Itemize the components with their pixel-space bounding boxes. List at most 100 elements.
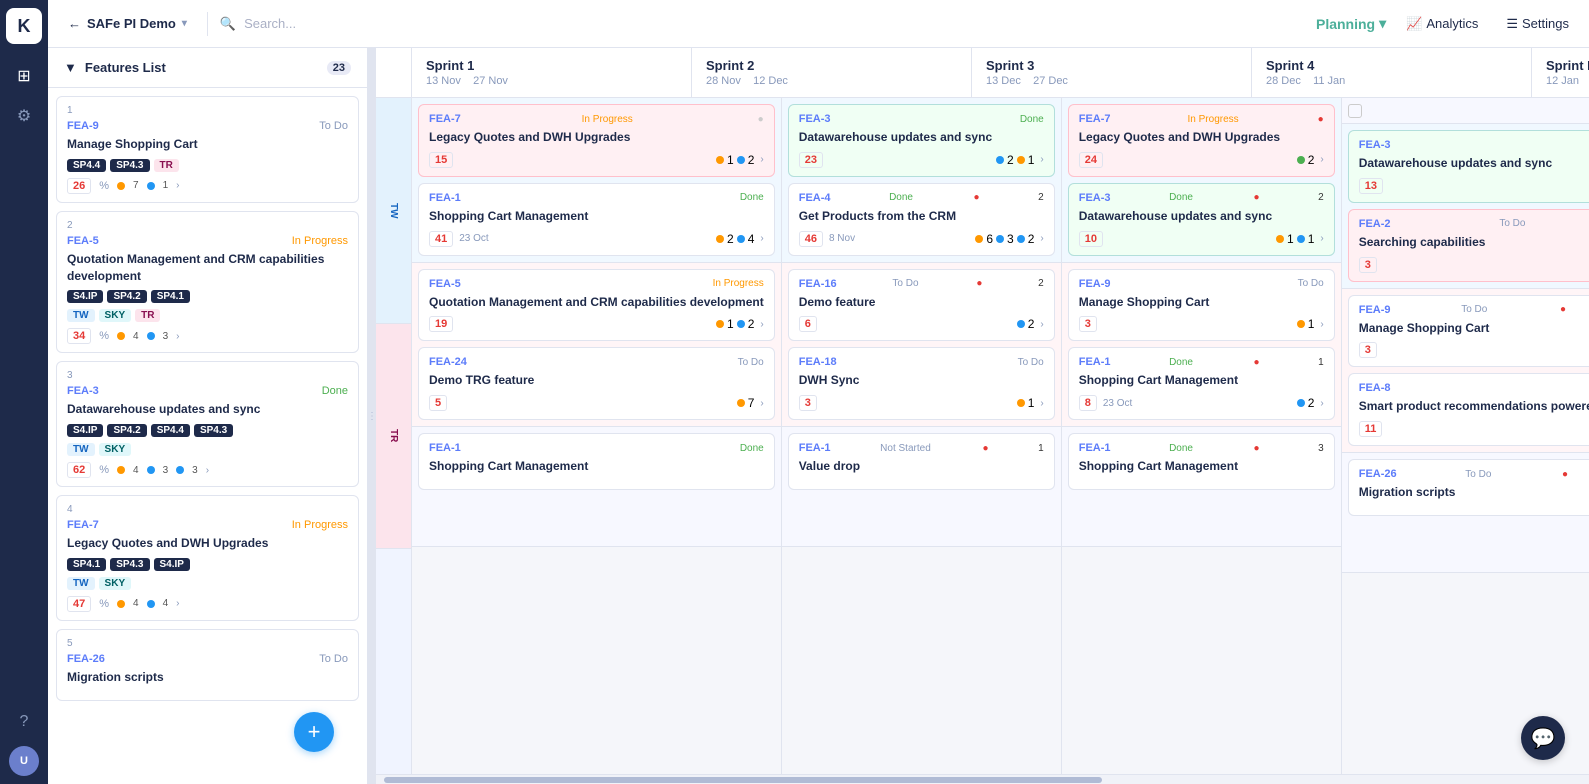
panel-resize-handle[interactable]: ⋮: [368, 48, 376, 784]
card[interactable]: FEA-4 Done ● 2 Get Products from the CRM…: [788, 183, 1055, 256]
expand-icon[interactable]: ›: [1320, 233, 1323, 244]
card[interactable]: FEA-9 To Do ● 1 Manage Shopping Cart 3: [1348, 295, 1589, 368]
expand-icon[interactable]: ›: [760, 398, 763, 409]
card-id: FEA-7: [1079, 113, 1111, 125]
card[interactable]: FEA-3 Done ● 2 Datawarehouse updates and…: [1068, 183, 1335, 256]
sprint-col-3: FEA-7 In Progress ● Legacy Quotes and DW…: [1062, 98, 1342, 774]
expand-icon[interactable]: ›: [760, 154, 763, 165]
sidebar-icon-settings[interactable]: ⚙: [8, 100, 40, 132]
dot-blue: [147, 600, 155, 608]
settings-button[interactable]: ☰ Settings: [1498, 12, 1577, 36]
sidebar-icon-home[interactable]: ⊞: [8, 60, 40, 92]
sprint-header-sprint1: Sprint 1 13 Nov 27 Nov: [412, 48, 692, 97]
sprint-columns-scroll[interactable]: FEA-7 In Progress ● Legacy Quotes and DW…: [412, 98, 1589, 774]
feature-item[interactable]: 4 FEA-7 In Progress Legacy Quotes and DW…: [56, 495, 359, 621]
card[interactable]: FEA-3 Done Datawarehouse updates and syn…: [788, 104, 1055, 177]
expand-icon[interactable]: ›: [1040, 319, 1043, 330]
card-story-points: 6: [799, 316, 817, 332]
feature-status: In Progress: [292, 235, 348, 247]
card[interactable]: FEA-9 To Do Manage Shopping Cart 3 1: [1068, 269, 1335, 342]
features-count: 23: [327, 61, 351, 75]
sprint-col-4: ✎ FEA-3 Done Datawarehouse updates and s…: [1342, 98, 1589, 774]
card[interactable]: FEA-16 To Do ● 2 Demo feature 6: [788, 269, 1055, 342]
feature-tags: SP4.4 SP4.3 TR: [67, 159, 348, 172]
expand-icon[interactable]: ›: [760, 319, 763, 330]
features-label: Features List: [85, 60, 166, 75]
feature-item[interactable]: 1 FEA-9 To Do Manage Shopping Cart SP4.4…: [56, 96, 359, 203]
feature-item[interactable]: 2 FEA-5 In Progress Quotation Management…: [56, 211, 359, 354]
card[interactable]: FEA-24 To Do Demo TRG feature 5 7: [418, 347, 775, 420]
expand-icon[interactable]: ›: [176, 180, 179, 191]
card[interactable]: FEA-7 In Progress ● Legacy Quotes and DW…: [1068, 104, 1335, 177]
sprint-header-sprint4: Sprint 4 28 Dec 11 Jan: [1252, 48, 1532, 97]
card[interactable]: FEA-8 To Do Smart product recommendation…: [1348, 373, 1589, 446]
horizontal-scrollbar[interactable]: [376, 774, 1589, 784]
chat-button[interactable]: 💬: [1521, 716, 1565, 760]
count: 1: [1038, 443, 1044, 454]
card[interactable]: FEA-1 Done Shopping Cart Management 41 2…: [418, 183, 775, 256]
card-title: DWH Sync: [799, 372, 1044, 389]
card-dots: 1: [1297, 317, 1315, 331]
analytics-button[interactable]: 📈 Analytics: [1398, 12, 1486, 36]
expand-icon[interactable]: ›: [1320, 319, 1323, 330]
planning-button[interactable]: Planning ▾: [1316, 15, 1386, 32]
feature-tags: SP4.1 SP4.3 S4.IP: [67, 558, 348, 571]
dot-orange: [117, 332, 125, 340]
dot-count: 4: [133, 465, 139, 476]
feature-title: Manage Shopping Cart: [67, 136, 348, 153]
expand-icon[interactable]: ›: [206, 465, 209, 476]
card-title: Shopping Cart Management: [429, 208, 764, 225]
planning-label: Planning: [1316, 16, 1375, 32]
card-id: FEA-2: [1359, 218, 1391, 230]
feature-item[interactable]: 5 FEA-26 To Do Migration scripts: [56, 629, 359, 701]
card[interactable]: FEA-2 To Do ● Searching capabilities 3 1: [1348, 209, 1589, 282]
card-story-points: 3: [1359, 342, 1377, 358]
card-dots: 1 2: [716, 153, 754, 167]
search-box[interactable]: 🔍 Search...: [220, 16, 1304, 32]
checkbox[interactable]: [1348, 104, 1362, 118]
features-panel: ▼ Features List 23 1 FEA-9 To Do Manage …: [48, 48, 368, 784]
card[interactable]: FEA-1 Not Started ● 1 Value drop: [788, 433, 1055, 490]
status-dot-orange: [716, 156, 724, 164]
card[interactable]: FEA-7 In Progress ● Legacy Quotes and DW…: [418, 104, 775, 177]
scrollbar-thumb[interactable]: [384, 777, 1102, 783]
expand-icon[interactable]: ›: [1040, 154, 1043, 165]
row-label-text: TW: [388, 203, 399, 219]
card[interactable]: FEA-1 Done ● 1 Shopping Cart Management …: [1068, 347, 1335, 420]
dot-count: 4: [163, 598, 169, 609]
dot-count: 7: [133, 180, 139, 191]
card[interactable]: FEA-18 To Do DWH Sync 3 1: [788, 347, 1055, 420]
app-logo[interactable]: K: [6, 8, 42, 44]
avatar[interactable]: U: [9, 746, 39, 776]
dot-orange: [117, 182, 125, 190]
status-dot-orange: [737, 399, 745, 407]
sprint1-unassigned-band: FEA-1 Done Shopping Cart Management: [412, 427, 781, 547]
sprint-grid: Sprint 1 13 Nov 27 Nov Sprint 2 28 Nov 1…: [376, 48, 1589, 784]
expand-icon[interactable]: ›: [760, 233, 763, 244]
card[interactable]: FEA-5 In Progress Quotation Management a…: [418, 269, 775, 342]
card[interactable]: FEA-1 Done ● 3 Shopping Cart Management: [1068, 433, 1335, 490]
feature-footer: 62 % 4 3 3 ›: [67, 462, 348, 478]
row-label-tr: TR: [376, 324, 411, 550]
expand-icon[interactable]: ›: [176, 331, 179, 342]
feature-id: FEA-7: [67, 519, 99, 531]
expand-icon[interactable]: ›: [1320, 154, 1323, 165]
expand-icon[interactable]: ›: [176, 598, 179, 609]
card[interactable]: FEA-3 Done Datawarehouse updates and syn…: [1348, 130, 1589, 203]
team-tags: TW SKY: [67, 577, 348, 590]
expand-icon[interactable]: ›: [1320, 398, 1323, 409]
project-selector[interactable]: ← SAFe PI Demo ▾: [60, 12, 195, 35]
card[interactable]: FEA-1 Done Shopping Cart Management: [418, 433, 775, 490]
add-feature-button[interactable]: +: [294, 712, 334, 752]
card-title: Quotation Management and CRM capabilitie…: [429, 294, 764, 311]
feature-number: 3: [67, 370, 348, 381]
expand-icon[interactable]: ›: [1040, 233, 1043, 244]
nav-arrow-icon: ←: [68, 16, 81, 31]
sprint1-tr-band: FEA-5 In Progress Quotation Management a…: [412, 263, 781, 428]
card[interactable]: FEA-26 To Do ● 1 Migration scripts: [1348, 459, 1589, 516]
expand-icon[interactable]: ›: [1040, 398, 1043, 409]
sidebar-icon-help[interactable]: ?: [8, 706, 40, 738]
feature-title: Datawarehouse updates and sync: [67, 401, 348, 418]
feature-item[interactable]: 3 FEA-3 Done Datawarehouse updates and s…: [56, 361, 359, 487]
sprint4-top: ✎: [1342, 98, 1589, 124]
